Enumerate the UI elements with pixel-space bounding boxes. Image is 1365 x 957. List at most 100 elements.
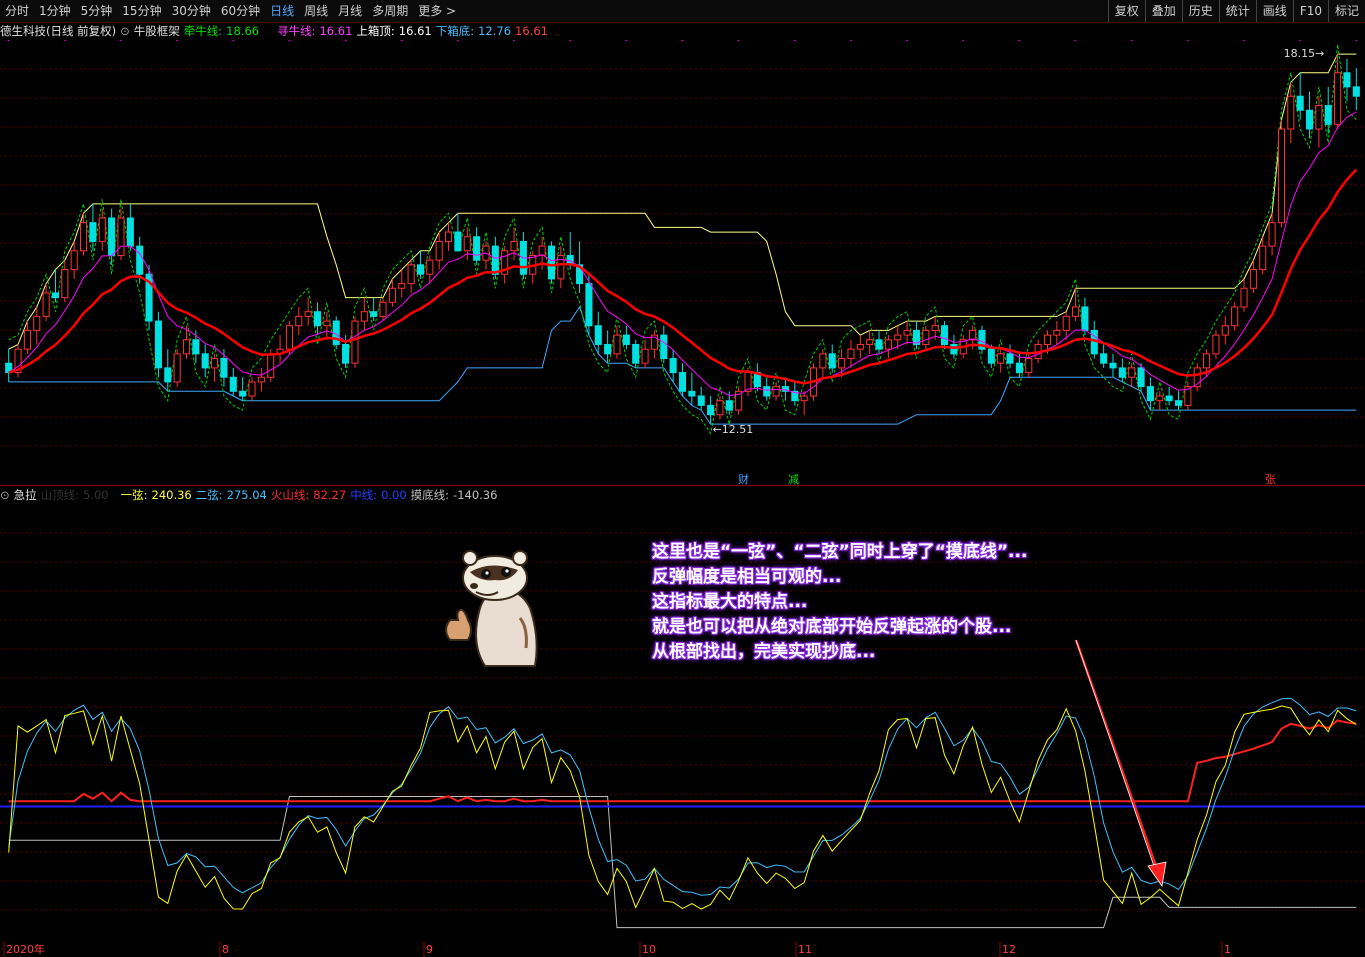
candle[interactable] xyxy=(1053,321,1061,345)
candle[interactable] xyxy=(800,391,808,415)
candle[interactable] xyxy=(276,335,284,364)
candle[interactable] xyxy=(33,307,41,345)
candle[interactable] xyxy=(940,321,949,350)
candle[interactable] xyxy=(51,269,60,303)
toolbar-button-2[interactable]: 历史 xyxy=(1181,0,1219,22)
candle[interactable] xyxy=(735,386,743,415)
candle[interactable] xyxy=(435,232,443,270)
candle[interactable] xyxy=(454,213,462,252)
candle[interactable] xyxy=(248,377,256,401)
candle[interactable] xyxy=(866,330,874,354)
candle[interactable] xyxy=(856,335,864,359)
candle[interactable] xyxy=(678,363,687,396)
candlestick-chart[interactable]: 18.15→ ←12.51 xyxy=(0,40,1365,485)
candle[interactable] xyxy=(211,353,219,382)
candle[interactable] xyxy=(257,367,265,392)
candle[interactable] xyxy=(510,227,518,261)
candle[interactable] xyxy=(1277,119,1285,228)
candle[interactable] xyxy=(669,349,677,382)
candle[interactable] xyxy=(585,274,593,336)
candle[interactable] xyxy=(828,344,836,373)
candle[interactable] xyxy=(884,335,892,359)
candle[interactable] xyxy=(772,381,780,401)
toolbar-button-1[interactable]: 叠加 xyxy=(1144,0,1182,22)
candle[interactable] xyxy=(519,232,527,279)
candle[interactable] xyxy=(1184,381,1192,411)
period-tab-8[interactable]: 月线 xyxy=(333,0,367,22)
candle[interactable] xyxy=(1212,330,1220,359)
candle[interactable] xyxy=(1156,391,1164,411)
period-tab-5[interactable]: 60分钟 xyxy=(216,0,265,22)
candle[interactable] xyxy=(416,250,425,279)
candle[interactable] xyxy=(547,241,556,284)
candle[interactable] xyxy=(688,372,696,406)
candle[interactable] xyxy=(997,349,1005,373)
candle[interactable] xyxy=(1109,353,1117,378)
candle[interactable] xyxy=(1006,344,1014,368)
candle[interactable] xyxy=(229,367,237,396)
candle[interactable] xyxy=(594,311,602,354)
candle[interactable] xyxy=(763,377,771,401)
cai-marker[interactable]: 财 xyxy=(738,471,749,487)
candle[interactable] xyxy=(332,316,340,350)
toolbar-button-0[interactable]: 复权 xyxy=(1107,0,1145,22)
period-tab-1[interactable]: 1分钟 xyxy=(34,0,76,22)
candle[interactable] xyxy=(173,349,181,387)
candle[interactable] xyxy=(1352,68,1360,111)
sub-indicator-name[interactable]: 急拉 xyxy=(14,486,37,504)
toolbar-button-5[interactable]: F10 xyxy=(1292,0,1328,22)
toolbar-button-6[interactable]: 标记 xyxy=(1327,0,1365,22)
toolbar-button-3[interactable]: 统计 xyxy=(1218,0,1256,22)
sub-toggle-icon[interactable]: ⊙ xyxy=(0,486,10,504)
candle[interactable] xyxy=(1221,316,1229,345)
candle[interactable] xyxy=(1193,363,1201,392)
candle[interactable] xyxy=(1231,302,1239,331)
candle[interactable] xyxy=(707,396,715,425)
indicator-name[interactable]: 牛股框架 xyxy=(134,22,180,40)
candle[interactable] xyxy=(70,241,78,279)
candle[interactable] xyxy=(1128,363,1136,387)
candle[interactable] xyxy=(126,203,134,251)
candle[interactable] xyxy=(501,246,509,284)
candle[interactable] xyxy=(1081,297,1089,336)
candle[interactable] xyxy=(239,377,247,401)
candle[interactable] xyxy=(1118,358,1126,382)
candle[interactable] xyxy=(819,349,827,378)
period-tab-9[interactable]: 多周期 xyxy=(367,0,413,22)
candle[interactable] xyxy=(398,269,406,298)
jian-marker[interactable]: 减 xyxy=(788,471,799,487)
period-tab-4[interactable]: 30分钟 xyxy=(167,0,216,22)
candle[interactable] xyxy=(407,260,415,293)
candle[interactable] xyxy=(978,325,986,354)
period-tab-3[interactable]: 15分钟 xyxy=(117,0,166,22)
candle[interactable] xyxy=(14,344,22,378)
indicator-toggle-icon[interactable]: ⊙ xyxy=(120,22,130,40)
candle[interactable] xyxy=(360,297,368,331)
candle[interactable] xyxy=(295,307,303,336)
candle[interactable] xyxy=(922,325,930,350)
candle[interactable] xyxy=(604,330,612,364)
candle[interactable] xyxy=(473,227,481,265)
candle[interactable] xyxy=(1343,58,1351,101)
candle[interactable] xyxy=(650,330,658,359)
candle[interactable] xyxy=(791,381,799,406)
candle[interactable] xyxy=(847,339,855,368)
candle[interactable] xyxy=(622,325,630,350)
candle[interactable] xyxy=(1296,72,1304,120)
candle[interactable] xyxy=(875,330,883,354)
period-tab-2[interactable]: 5分钟 xyxy=(76,0,118,22)
candle[interactable] xyxy=(753,363,761,392)
period-tab-7[interactable]: 周线 xyxy=(299,0,333,22)
candle[interactable] xyxy=(1240,278,1248,312)
period-tab-6[interactable]: 日线 xyxy=(265,0,299,22)
candle[interactable] xyxy=(154,311,162,378)
candle[interactable] xyxy=(641,339,649,368)
period-tab-10[interactable]: 更多 > xyxy=(413,0,461,22)
candle[interactable] xyxy=(632,339,640,368)
candle[interactable] xyxy=(5,349,13,382)
period-tab-0[interactable]: 分时 xyxy=(0,0,34,22)
zhang-marker[interactable]: 张 xyxy=(1265,471,1276,487)
candle[interactable] xyxy=(201,344,209,378)
candle[interactable] xyxy=(697,386,705,411)
candle[interactable] xyxy=(482,241,490,270)
